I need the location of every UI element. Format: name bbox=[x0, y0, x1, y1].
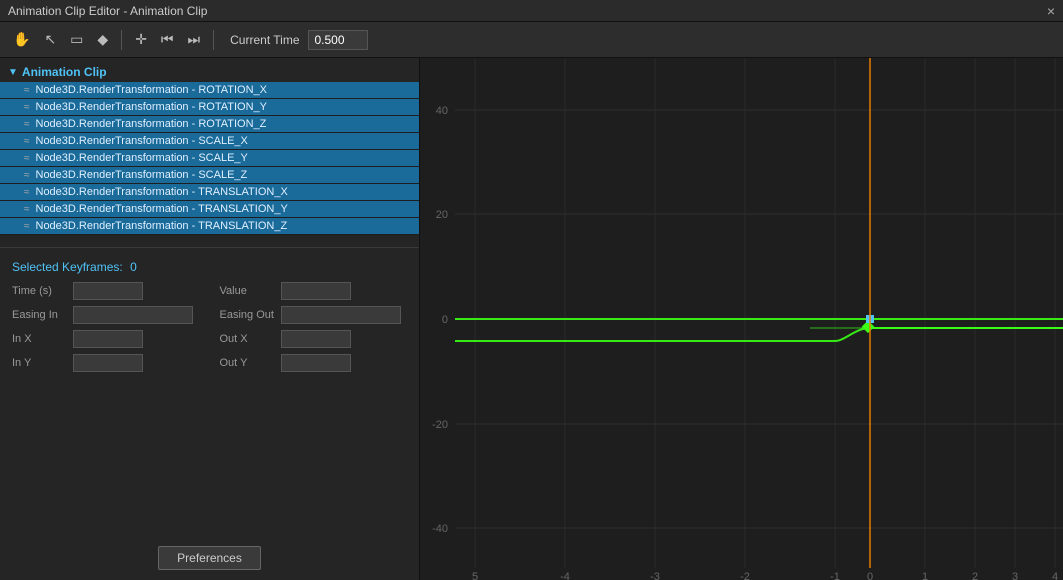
preferences-button[interactable]: Preferences bbox=[158, 546, 261, 570]
move-button[interactable]: ✛ bbox=[130, 28, 152, 51]
value-row: Value bbox=[220, 282, 408, 300]
tree-item-icon: ≈ bbox=[24, 85, 30, 96]
tree-item-icon: ≈ bbox=[24, 119, 30, 130]
box-select-button[interactable]: ▭ bbox=[65, 28, 88, 51]
tree-item-label: Node3D.RenderTransformation - TRANSLATIO… bbox=[36, 203, 288, 215]
selected-kf-text: Selected Keyframes: bbox=[12, 260, 123, 274]
out-y-label: Out Y bbox=[220, 357, 275, 369]
next-key-button[interactable]: ⏭ bbox=[183, 28, 206, 51]
easing-in-label: Easing In bbox=[12, 309, 67, 321]
pan-tool-button[interactable]: ✋ bbox=[8, 28, 35, 51]
graph-svg: 40 20 0 -20 -40 5 -4 -3 -2 -1 0 1 2 bbox=[420, 58, 1063, 580]
svg-text:-3: -3 bbox=[650, 571, 660, 580]
toolbar: ✋ ↖ ▭ ◆ ✛ ⏮ ⏭ Current Time bbox=[0, 22, 1063, 58]
close-button[interactable]: × bbox=[1047, 3, 1055, 19]
svg-text:5: 5 bbox=[472, 571, 478, 580]
in-y-label: In Y bbox=[12, 357, 67, 369]
tree-item-label: Node3D.RenderTransformation - ROTATION_Z bbox=[36, 118, 267, 130]
properties-grid: Time (s) Value Easing In Easing Out bbox=[12, 282, 407, 372]
time-row: Time (s) bbox=[12, 282, 200, 300]
tree-item-icon: ≈ bbox=[24, 221, 30, 232]
toolbar-separator-2 bbox=[213, 30, 214, 50]
left-panel: ▼ Animation Clip ≈ Node3D.RenderTransfor… bbox=[0, 58, 420, 580]
svg-text:-2: -2 bbox=[740, 571, 750, 580]
tree-item-label: Node3D.RenderTransformation - TRANSLATIO… bbox=[36, 186, 288, 198]
svg-text:0: 0 bbox=[867, 571, 873, 580]
in-x-label: In X bbox=[12, 333, 67, 345]
svg-text:-40: -40 bbox=[432, 523, 448, 535]
current-time-label: Current Time bbox=[230, 33, 299, 47]
in-y-row: In Y bbox=[12, 354, 200, 372]
time-input[interactable] bbox=[73, 282, 143, 300]
svg-text:1: 1 bbox=[922, 571, 928, 580]
svg-text:3: 3 bbox=[1012, 571, 1018, 580]
svg-text:-20: -20 bbox=[432, 419, 448, 431]
in-y-input[interactable] bbox=[73, 354, 143, 372]
select-tool-button[interactable]: ↖ bbox=[39, 28, 61, 51]
easing-in-row: Easing In bbox=[12, 306, 200, 324]
out-x-label: Out X bbox=[220, 333, 275, 345]
tree-item[interactable]: ≈ Node3D.RenderTransformation - TRANSLAT… bbox=[0, 201, 419, 218]
svg-text:-1: -1 bbox=[830, 571, 840, 580]
tree-item-label: Node3D.RenderTransformation - ROTATION_X bbox=[36, 84, 267, 96]
svg-text:-4: -4 bbox=[560, 571, 570, 580]
selected-kf-count: 0 bbox=[130, 260, 137, 274]
easing-out-row: Easing Out bbox=[220, 306, 408, 324]
tree-item-icon: ≈ bbox=[24, 136, 30, 147]
tree-item-label: Node3D.RenderTransformation - SCALE_Z bbox=[36, 169, 248, 181]
svg-text:2: 2 bbox=[972, 571, 978, 580]
prev-key-button[interactable]: ⏮ bbox=[156, 28, 179, 51]
selected-keyframes-row: Selected Keyframes: 0 bbox=[12, 260, 407, 274]
panel-divider bbox=[0, 247, 419, 248]
easing-out-label: Easing Out bbox=[220, 309, 275, 321]
title-bar: Animation Clip Editor - Animation Clip × bbox=[0, 0, 1063, 22]
svg-text:0: 0 bbox=[442, 314, 448, 326]
preferences-area: Preferences bbox=[0, 380, 419, 580]
key-button[interactable]: ◆ bbox=[92, 28, 113, 51]
in-x-input[interactable] bbox=[73, 330, 143, 348]
tree-item-icon: ≈ bbox=[24, 170, 30, 181]
svg-text:40: 40 bbox=[436, 105, 448, 117]
value-input[interactable] bbox=[281, 282, 351, 300]
current-time-input[interactable] bbox=[308, 30, 368, 50]
time-label: Time (s) bbox=[12, 285, 67, 297]
tree-item[interactable]: ≈ Node3D.RenderTransformation - SCALE_Z bbox=[0, 167, 419, 184]
out-x-row: Out X bbox=[220, 330, 408, 348]
easing-in-input[interactable] bbox=[73, 306, 193, 324]
title-text: Animation Clip Editor - Animation Clip bbox=[8, 4, 207, 18]
tree-item-label: Node3D.RenderTransformation - SCALE_X bbox=[36, 135, 248, 147]
out-y-input[interactable] bbox=[281, 354, 351, 372]
tree-item[interactable]: ≈ Node3D.RenderTransformation - ROTATION… bbox=[0, 82, 419, 99]
tree-item-label: Node3D.RenderTransformation - ROTATION_Y bbox=[36, 101, 267, 113]
tree-item-label: Node3D.RenderTransformation - TRANSLATIO… bbox=[36, 220, 288, 232]
tree-item[interactable]: ≈ Node3D.RenderTransformation - ROTATION… bbox=[0, 99, 419, 116]
tree-item[interactable]: ≈ Node3D.RenderTransformation - TRANSLAT… bbox=[0, 218, 419, 235]
out-y-row: Out Y bbox=[220, 354, 408, 372]
out-x-input[interactable] bbox=[281, 330, 351, 348]
tree-item-icon: ≈ bbox=[24, 204, 30, 215]
tree-arrow-icon: ▼ bbox=[8, 67, 18, 78]
tree-item-label: Node3D.RenderTransformation - SCALE_Y bbox=[36, 152, 248, 164]
easing-out-input[interactable] bbox=[281, 306, 401, 324]
tree-item-icon: ≈ bbox=[24, 187, 30, 198]
tree-item[interactable]: ≈ Node3D.RenderTransformation - TRANSLAT… bbox=[0, 184, 419, 201]
properties-area: Selected Keyframes: 0 Time (s) Value Eas… bbox=[0, 256, 419, 380]
tree-root-label: Animation Clip bbox=[22, 65, 107, 79]
value-label: Value bbox=[220, 285, 275, 297]
tree-item[interactable]: ≈ Node3D.RenderTransformation - ROTATION… bbox=[0, 116, 419, 133]
tree-item[interactable]: ≈ Node3D.RenderTransformation - SCALE_Y bbox=[0, 150, 419, 167]
tree-area: ▼ Animation Clip ≈ Node3D.RenderTransfor… bbox=[0, 58, 419, 239]
graph-panel[interactable]: 40 20 0 -20 -40 5 -4 -3 -2 -1 0 1 2 bbox=[420, 58, 1063, 580]
tree-item[interactable]: ≈ Node3D.RenderTransformation - SCALE_X bbox=[0, 133, 419, 150]
svg-text:20: 20 bbox=[436, 209, 448, 221]
toolbar-separator-1 bbox=[121, 30, 122, 50]
tree-root[interactable]: ▼ Animation Clip bbox=[0, 62, 419, 82]
main-layout: ▼ Animation Clip ≈ Node3D.RenderTransfor… bbox=[0, 58, 1063, 580]
in-x-row: In X bbox=[12, 330, 200, 348]
svg-text:4: 4 bbox=[1052, 571, 1058, 580]
tree-item-icon: ≈ bbox=[24, 153, 30, 164]
tree-item-icon: ≈ bbox=[24, 102, 30, 113]
